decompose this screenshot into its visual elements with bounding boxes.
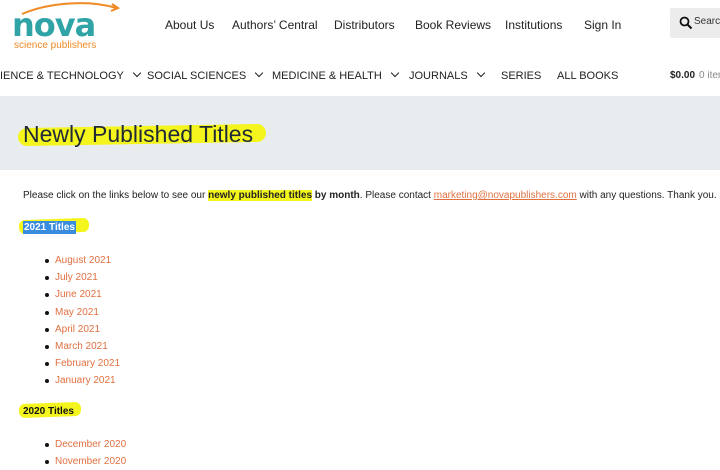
nav-series[interactable]: SERIES xyxy=(501,70,541,82)
nav-medicine-health[interactable]: MEDICINE & HEALTH xyxy=(272,68,400,82)
nav-label: JOURNALS xyxy=(409,70,468,82)
nav-distributors[interactable]: Distributors xyxy=(334,18,395,32)
logo-subtitle: science publishers xyxy=(14,40,97,51)
nav-journals[interactable]: JOURNALS xyxy=(409,68,485,82)
nav-institutions[interactable]: Institutions xyxy=(505,18,562,32)
month-link[interactable]: December 2020 xyxy=(55,439,126,450)
month-list-2021: August 2021 July 2021 June 2021 May 2021… xyxy=(23,252,120,390)
intro-bold: by month xyxy=(312,190,360,201)
nav-label: IENCE & TECHNOLOGY xyxy=(0,70,124,82)
month-link[interactable]: July 2021 xyxy=(55,272,98,283)
list-item: March 2021 xyxy=(44,338,120,355)
cart-item-count: 0 iten xyxy=(699,70,720,81)
page-header: Newly Published Titles xyxy=(0,96,720,170)
month-link[interactable]: June 2021 xyxy=(55,289,102,300)
list-item: June 2021 xyxy=(44,286,120,303)
list-item: July 2021 xyxy=(44,269,120,286)
intro-highlight: newly published titles xyxy=(208,190,313,201)
section-heading-label: 2020 Titles xyxy=(23,406,74,417)
intro-part: with any questions. Thank you. xyxy=(576,190,717,201)
chevron-down-icon xyxy=(254,68,264,78)
page-title: Newly Published Titles xyxy=(23,121,254,147)
nav-sign-in[interactable]: Sign In xyxy=(584,18,621,32)
nav-label: SOCIAL SCIENCES xyxy=(147,70,247,82)
list-item: August 2021 xyxy=(44,252,120,269)
nav-authors-central[interactable]: Authors’ Central xyxy=(232,18,318,32)
search-input[interactable]: Search xyxy=(694,16,720,27)
list-item: April 2021 xyxy=(44,321,120,338)
main-content: Please click on the links below to see o… xyxy=(18,188,720,467)
section-heading-2021: 2021 Titles xyxy=(18,217,90,235)
nav-book-reviews[interactable]: Book Reviews xyxy=(415,18,491,32)
month-link[interactable]: August 2021 xyxy=(55,255,111,266)
email-link[interactable]: marketing@novapublishers.com xyxy=(434,190,577,201)
cart-amount: $0.00 xyxy=(670,70,696,81)
list-item: February 2021 xyxy=(44,355,120,372)
nav-social-sciences[interactable]: SOCIAL SCIENCES xyxy=(147,68,264,82)
chevron-down-icon xyxy=(132,68,142,78)
intro-part: Please click on the links below to see o… xyxy=(23,190,209,201)
cart-summary[interactable]: $0.000 iten xyxy=(670,70,720,81)
month-link[interactable]: February 2021 xyxy=(55,358,120,369)
month-link[interactable]: March 2021 xyxy=(55,341,108,352)
nav-all-books[interactable]: ALL BOOKS xyxy=(557,70,618,82)
section-heading-label: 2021 Titles xyxy=(23,221,76,234)
list-item: December 2020 xyxy=(44,436,126,453)
intro-text: Please click on the links below to see o… xyxy=(23,188,720,204)
nav-label: SERIES xyxy=(501,70,542,82)
nav-label: MEDICINE & HEALTH xyxy=(272,70,382,82)
logo-word: nova xyxy=(12,6,96,44)
chevron-down-icon xyxy=(476,68,485,78)
list-item: May 2021 xyxy=(44,304,120,321)
chevron-down-icon xyxy=(390,68,400,78)
month-list-2020: December 2020 November 2020 xyxy=(23,436,126,470)
nova-logo[interactable]: nova science publishers xyxy=(10,2,120,54)
nav-science-technology[interactable]: IENCE & TECHNOLOGY xyxy=(0,68,142,82)
search-box[interactable]: Search xyxy=(670,8,720,38)
nav-about-us[interactable]: About Us xyxy=(165,18,214,32)
list-item: November 2020 xyxy=(44,453,126,470)
month-link[interactable]: May 2021 xyxy=(55,307,99,318)
month-link[interactable]: April 2021 xyxy=(55,324,100,335)
category-navigation: IENCE & TECHNOLOGY SOCIAL SCIENCES MEDIC… xyxy=(0,62,720,92)
section-heading-2020: 2020 Titles xyxy=(18,401,82,419)
search-icon[interactable] xyxy=(679,16,693,30)
month-link[interactable]: January 2021 xyxy=(55,375,116,386)
site-header: nova science publishers About Us Authors… xyxy=(0,0,720,52)
month-link[interactable]: November 2020 xyxy=(55,456,126,467)
list-item: January 2021 xyxy=(44,372,120,389)
intro-part: . Please contact xyxy=(359,190,434,201)
nav-label: ALL BOOKS xyxy=(557,70,619,82)
